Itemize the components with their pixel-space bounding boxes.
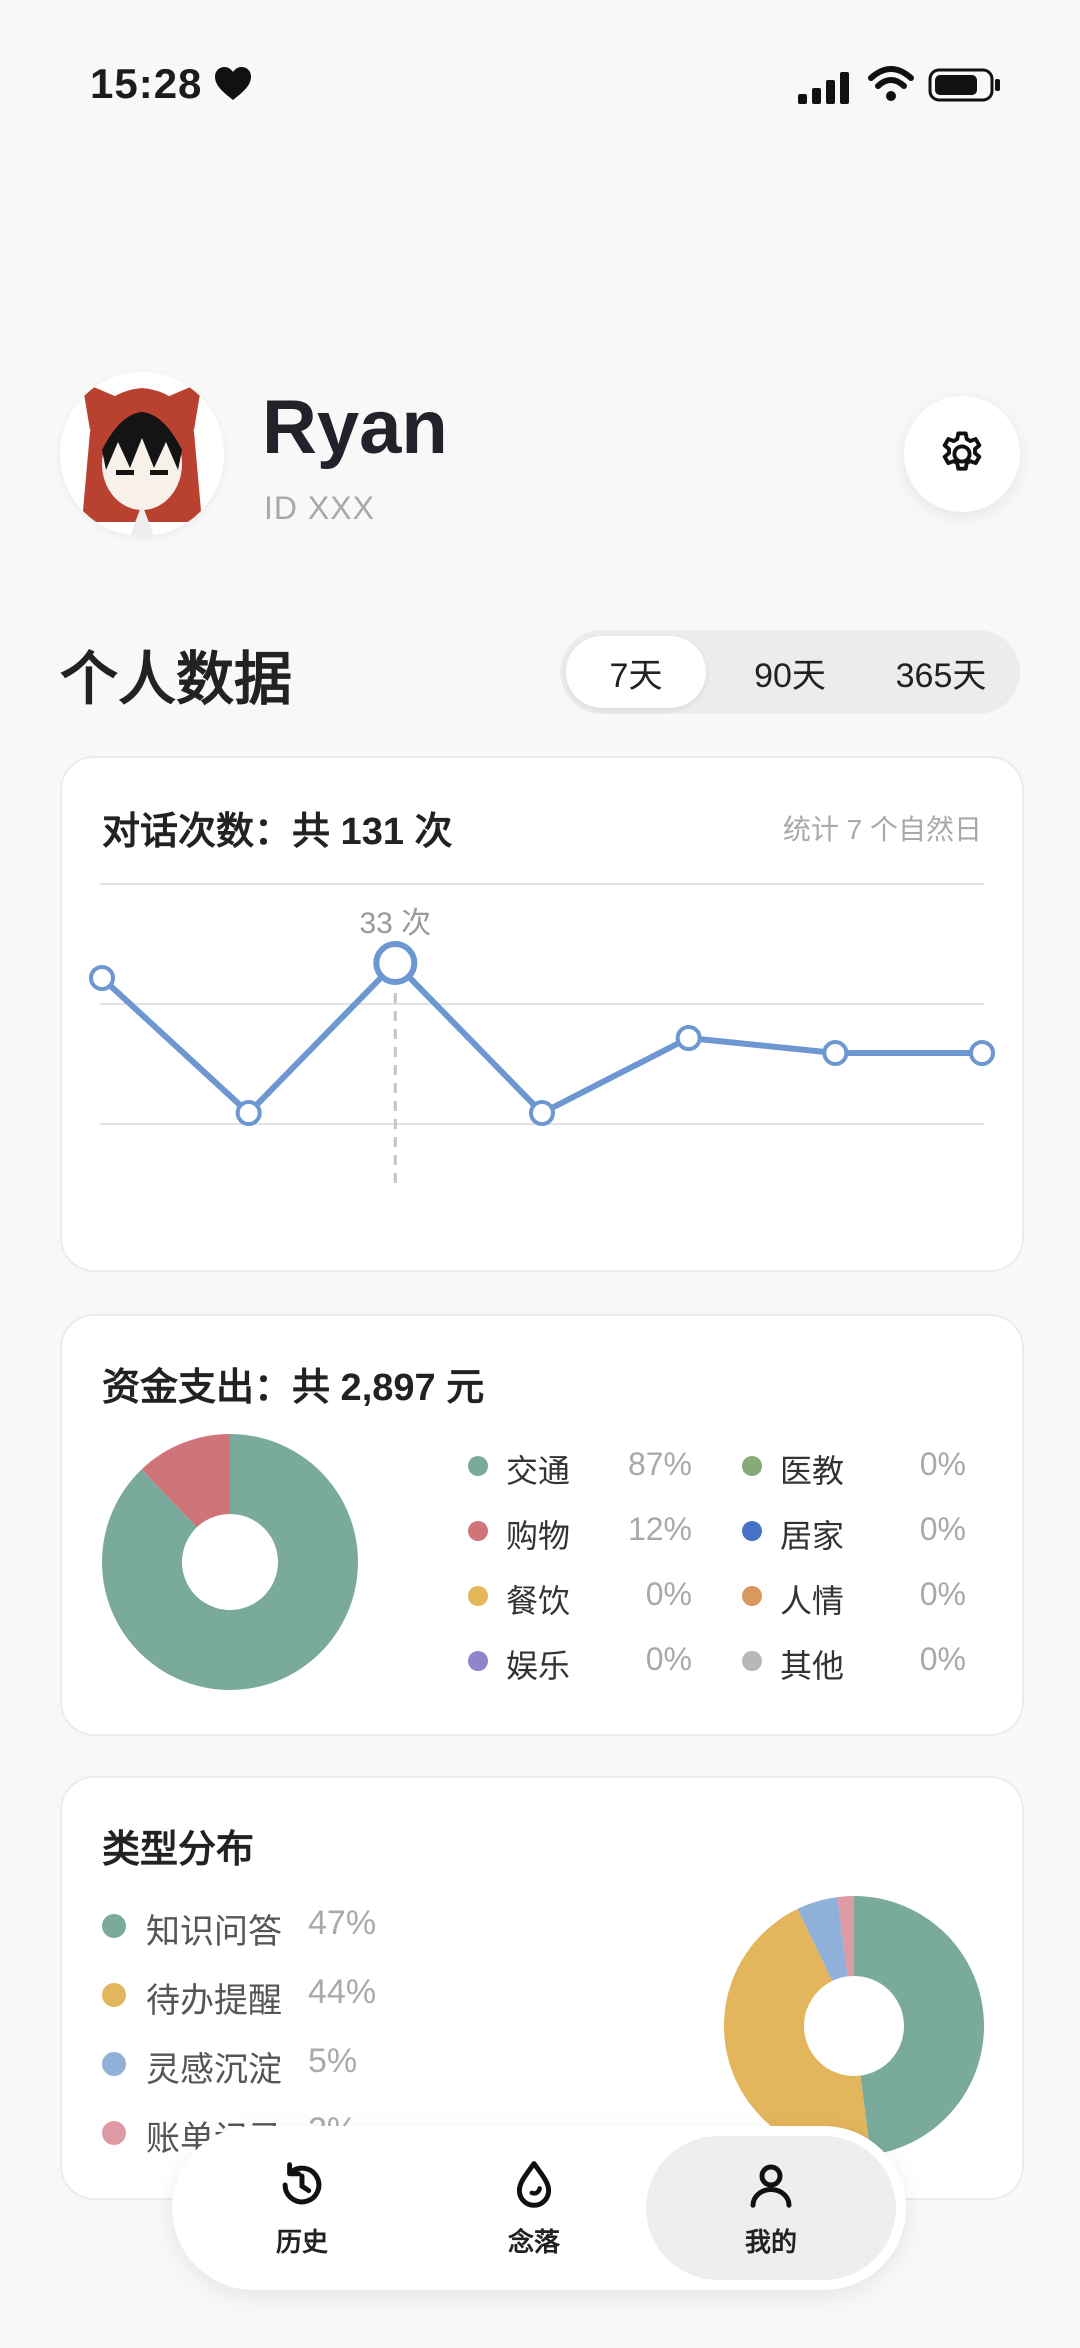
- battery-icon: [928, 68, 1002, 107]
- legend-dot: [102, 2052, 126, 2076]
- legend-percent: 5%: [308, 2042, 358, 2080]
- user-id: ID XXX: [264, 490, 375, 526]
- range-365d-tab[interactable]: 365天: [866, 636, 1016, 708]
- legend-percent: 87%: [627, 1446, 692, 1482]
- person-icon: [750, 2164, 792, 2208]
- tab-history-label: 历史: [275, 2226, 328, 2257]
- data-point[interactable]: [235, 1100, 262, 1126]
- legend-label: 人情: [780, 1583, 845, 1619]
- legend-percent: 0%: [645, 1641, 692, 1677]
- avatar[interactable]: [60, 372, 224, 536]
- spending-title: 资金支出：共 2,897 元: [102, 1367, 485, 1409]
- legend-percent: 47%: [308, 1904, 377, 1942]
- conversation-line-chart: 33 次: [89, 883, 995, 1188]
- range-segmented-control[interactable]: 7天 90天 365天: [560, 630, 1020, 714]
- legend-percent: 0%: [919, 1511, 966, 1547]
- legend-dot: [468, 1456, 488, 1476]
- spending-card: 资金支出：共 2,897 元 交通 87% 购物 12% 餐饮 0% 娱乐 0% 医教 0% 居家 0…: [60, 1314, 1024, 1736]
- tab-history[interactable]: 历史: [202, 2136, 402, 2280]
- legend-label: 交通: [506, 1453, 571, 1489]
- types-title: 类型分布: [102, 1829, 255, 1871]
- bottom-tab-bar: 历史 念落 我的: [172, 2126, 906, 2290]
- heart-icon: [214, 66, 252, 107]
- pie-slice-知识问答: [854, 1896, 984, 2155]
- spending-pie-chart: [102, 1434, 358, 1690]
- tab-drop[interactable]: 念落: [434, 2136, 634, 2280]
- legend-dot: [468, 1651, 488, 1671]
- legend-percent: 0%: [645, 1576, 692, 1612]
- drop-icon: [516, 2160, 552, 2208]
- legend-label: 居家: [780, 1518, 845, 1554]
- legend-label: 餐饮: [506, 1583, 571, 1619]
- history-icon: [282, 2161, 322, 2204]
- legend-percent: 0%: [919, 1641, 966, 1677]
- legend-dot: [468, 1586, 488, 1606]
- conversation-note: 统计 7 个自然日: [782, 814, 982, 845]
- legend-dot: [102, 1983, 126, 2007]
- legend-percent: 44%: [308, 1973, 377, 2011]
- legend-dot: [742, 1521, 762, 1541]
- wifi-icon: [868, 64, 914, 109]
- legend-label: 待办提醒: [146, 1982, 282, 2020]
- legend-label: 其他: [780, 1648, 845, 1684]
- status-time: 15:28: [90, 60, 203, 107]
- section-title: 个人数据: [60, 647, 293, 712]
- legend-dot: [102, 2121, 126, 2145]
- legend-label: 购物: [506, 1518, 571, 1554]
- settings-button[interactable]: [904, 396, 1020, 512]
- highlight-value-label: 33 次: [359, 907, 431, 940]
- legend-percent: 0%: [919, 1576, 966, 1612]
- data-point[interactable]: [89, 965, 115, 991]
- data-point[interactable]: [373, 941, 418, 985]
- gear-icon: [942, 431, 982, 471]
- legend-label: 医教: [780, 1453, 845, 1489]
- legend-dot: [468, 1521, 488, 1541]
- data-point[interactable]: [969, 1040, 995, 1066]
- data-point[interactable]: [529, 1100, 555, 1126]
- legend-percent: 12%: [627, 1511, 692, 1547]
- legend-label: 娱乐: [506, 1648, 571, 1684]
- legend-dot: [742, 1651, 762, 1671]
- legend-percent: 0%: [919, 1446, 966, 1482]
- conversation-title: 对话次数：共 131 次: [102, 811, 453, 853]
- legend-dot: [102, 1914, 126, 1938]
- tab-mine-label: 我的: [744, 2226, 797, 2257]
- data-point[interactable]: [822, 1040, 849, 1066]
- legend-label: 灵感沉淀: [146, 2051, 282, 2089]
- tab-drop-label: 念落: [507, 2226, 560, 2257]
- conversation-series-line: [99, 960, 982, 1116]
- signal-icon: [798, 70, 854, 111]
- tab-mine[interactable]: 我的: [646, 2136, 896, 2280]
- legend-dot: [742, 1586, 762, 1606]
- user-name: Ryan: [262, 385, 448, 470]
- legend-label: 知识问答: [146, 1913, 282, 1951]
- data-point[interactable]: [675, 1025, 702, 1051]
- range-7d-tab[interactable]: 7天: [566, 636, 706, 708]
- types-pie-chart: [724, 1896, 984, 2156]
- conversation-card: 对话次数：共 131 次 统计 7 个自然日 33 次: [60, 756, 1024, 1272]
- legend-dot: [742, 1456, 762, 1476]
- range-90d-tab[interactable]: 90天: [720, 636, 860, 708]
